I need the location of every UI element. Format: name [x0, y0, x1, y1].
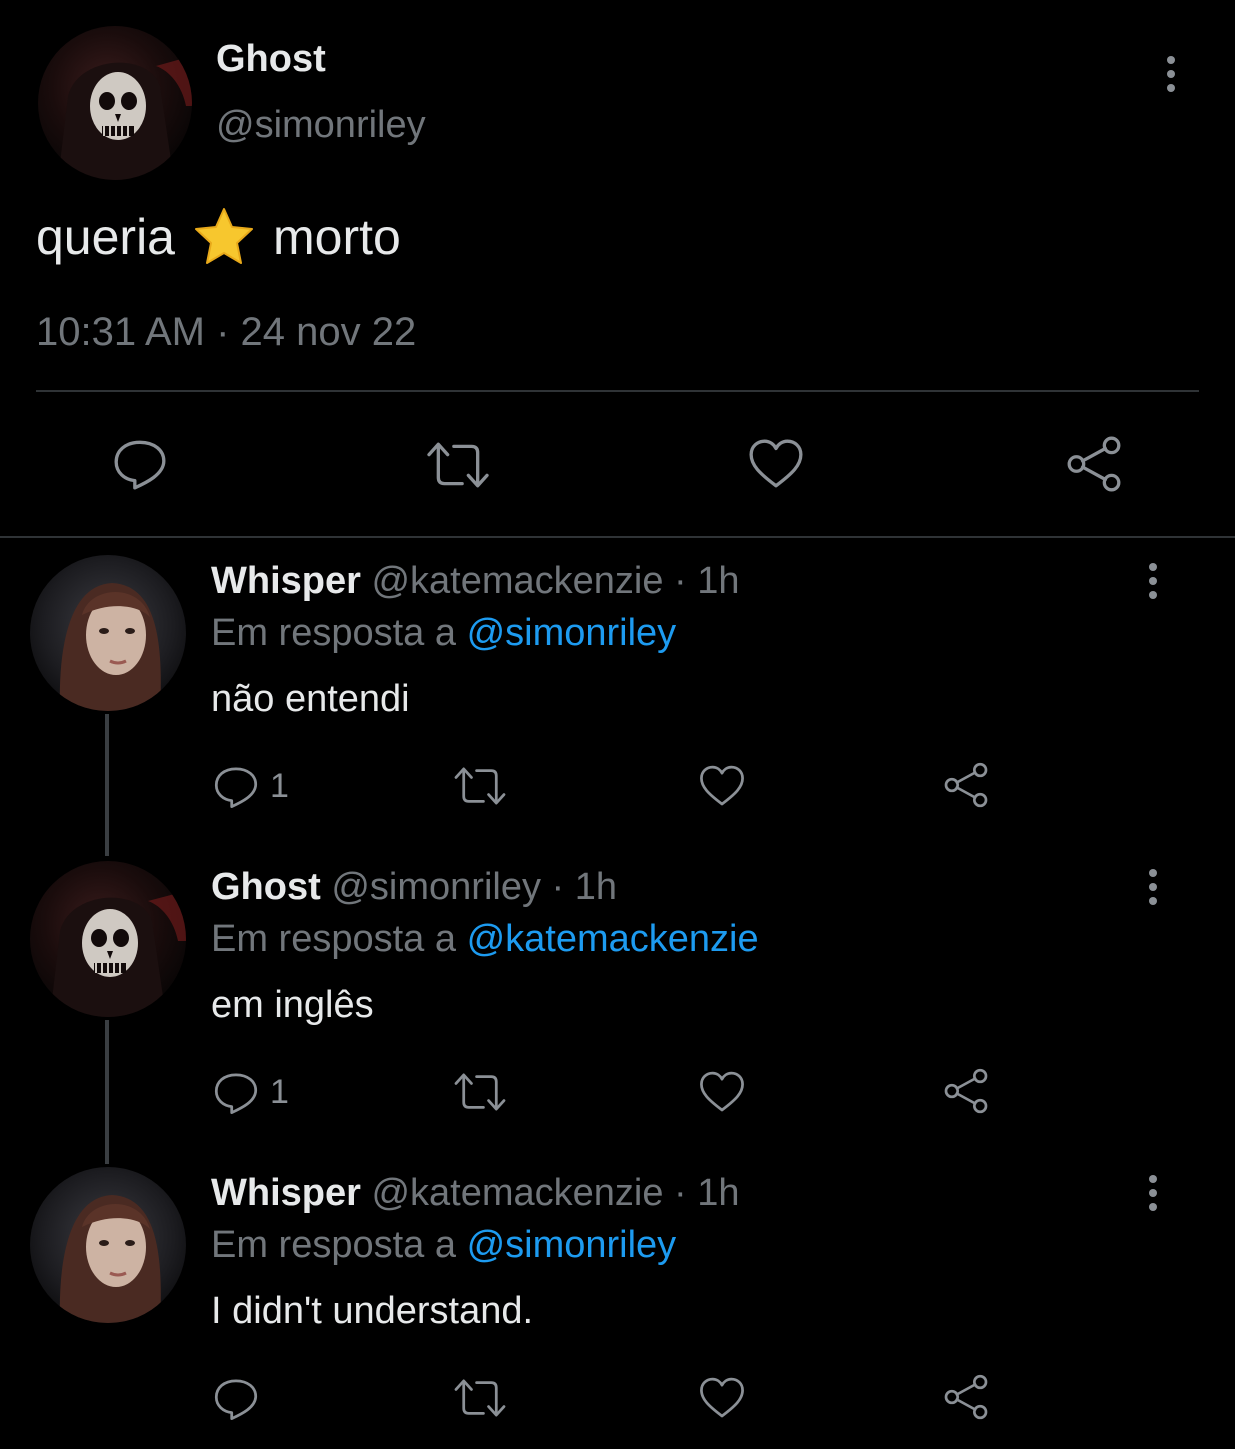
author-name[interactable]: Ghost: [211, 866, 321, 908]
reply-context: Em resposta a @simonriley: [211, 612, 676, 655]
reply-button[interactable]: 1: [212, 1068, 289, 1116]
retweet-icon[interactable]: [452, 1374, 508, 1422]
star-emoji: [193, 206, 255, 268]
retweet-icon[interactable]: [424, 436, 492, 494]
reply-context: Em resposta a @katemackenzie: [211, 918, 759, 961]
reply-prefix: Em resposta a: [211, 612, 456, 654]
more-options-icon[interactable]: [1161, 56, 1181, 92]
reply-button[interactable]: 1: [212, 762, 289, 810]
share-icon[interactable]: [1063, 433, 1125, 495]
retweet-icon[interactable]: [452, 762, 508, 810]
author-handle[interactable]: @simonriley: [216, 104, 426, 147]
reply-icon: [212, 1068, 260, 1116]
tweet-text: queria morto: [36, 206, 401, 268]
author-avatar[interactable]: [38, 26, 192, 180]
reply-prefix: Em resposta a: [211, 1224, 456, 1266]
like-icon[interactable]: [698, 1068, 746, 1116]
like-icon[interactable]: [747, 435, 805, 493]
tweet-text-part: queria: [36, 209, 175, 265]
reply-header: Whisper @katemackenzie · 1h: [211, 1172, 740, 1215]
more-options-icon[interactable]: [1143, 1175, 1163, 1211]
thread-line: [105, 1020, 109, 1164]
divider: [0, 536, 1235, 538]
author-name[interactable]: Whisper: [211, 1172, 361, 1214]
share-icon[interactable]: [941, 760, 991, 810]
reply-text: não entendi: [211, 678, 410, 720]
like-icon[interactable]: [698, 1374, 746, 1422]
reply-count: 1: [270, 1072, 289, 1111]
like-icon[interactable]: [698, 762, 746, 810]
thread-line: [105, 714, 109, 856]
mention-link[interactable]: @simonriley: [467, 1224, 677, 1266]
reply-count: 1: [270, 766, 289, 805]
retweet-icon[interactable]: [452, 1068, 508, 1116]
share-icon[interactable]: [941, 1372, 991, 1422]
more-options-icon[interactable]: [1143, 869, 1163, 905]
avatar[interactable]: [30, 1167, 186, 1323]
author-meta: @katemackenzie · 1h: [371, 1172, 740, 1214]
divider: [36, 390, 1199, 392]
reply-icon[interactable]: [212, 1374, 260, 1422]
mention-link[interactable]: @simonriley: [467, 612, 677, 654]
reply-text: em inglês: [211, 984, 374, 1026]
mention-link[interactable]: @katemackenzie: [467, 918, 759, 960]
avatar[interactable]: [30, 861, 186, 1017]
author-name[interactable]: Whisper: [211, 560, 361, 602]
reply-text: I didn't understand.: [211, 1290, 534, 1332]
reply-context: Em resposta a @simonriley: [211, 1224, 676, 1267]
reply-header: Ghost @simonriley · 1h: [211, 866, 617, 909]
avatar[interactable]: [30, 555, 186, 711]
tweet-timestamp[interactable]: 10:31 AM · 24 nov 22: [36, 310, 416, 355]
reply-icon[interactable]: [111, 434, 169, 492]
reply-icon: [212, 762, 260, 810]
reply-prefix: Em resposta a: [211, 918, 456, 960]
author-meta: @katemackenzie · 1h: [371, 560, 740, 602]
author-meta: @simonriley · 1h: [331, 866, 617, 908]
tweet-text-part: morto: [273, 209, 401, 265]
reply-header: Whisper @katemackenzie · 1h: [211, 560, 740, 603]
more-options-icon[interactable]: [1143, 563, 1163, 599]
author-name[interactable]: Ghost: [216, 38, 326, 81]
share-icon[interactable]: [941, 1066, 991, 1116]
